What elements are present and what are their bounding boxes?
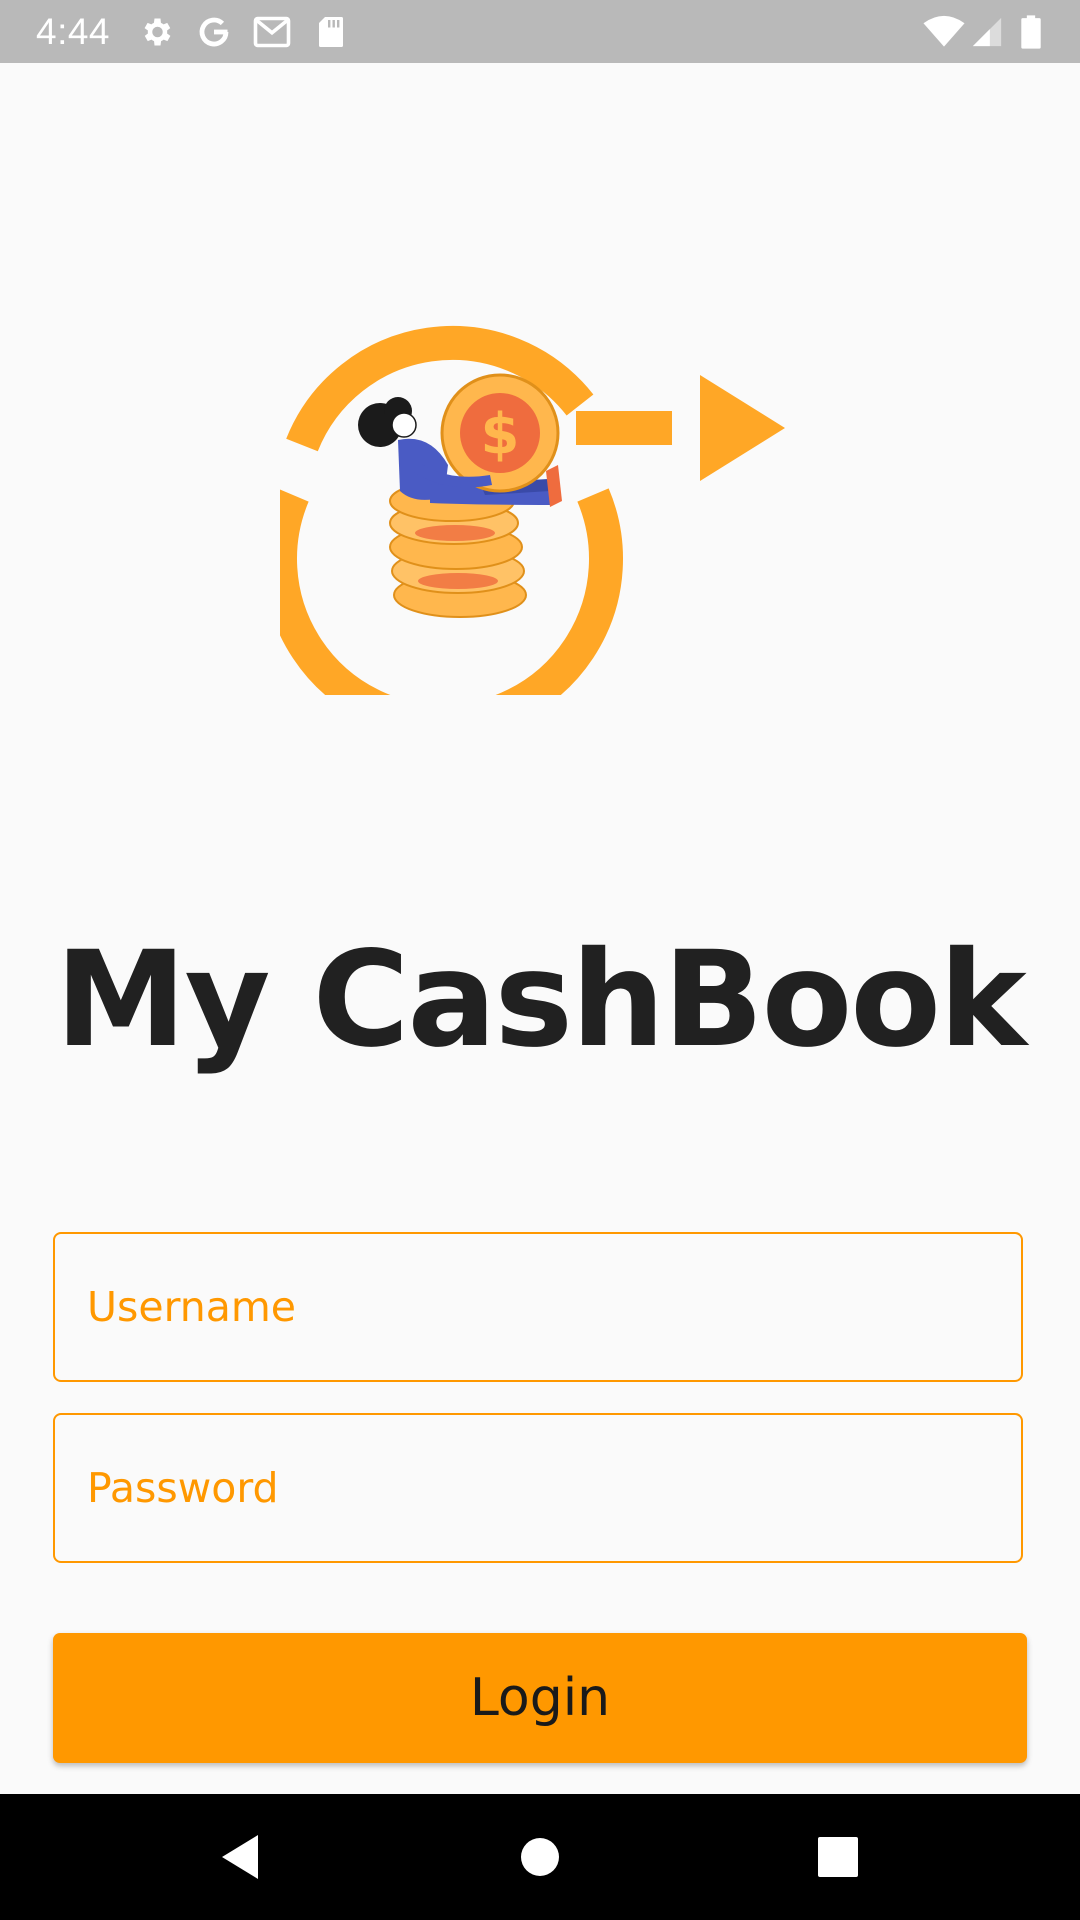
username-field[interactable] bbox=[53, 1232, 1023, 1382]
back-icon[interactable] bbox=[210, 1827, 270, 1887]
gmail-icon bbox=[253, 16, 291, 48]
cellular-signal-icon bbox=[972, 17, 1002, 47]
navigation-bar bbox=[0, 1794, 1080, 1920]
home-icon[interactable] bbox=[510, 1827, 570, 1887]
password-input[interactable] bbox=[85, 1463, 1021, 1513]
password-field[interactable] bbox=[53, 1413, 1023, 1563]
battery-icon bbox=[1021, 15, 1041, 49]
cashbook-logo-icon: $ bbox=[280, 325, 785, 695]
login-button[interactable]: Login bbox=[53, 1633, 1027, 1763]
username-input[interactable] bbox=[85, 1282, 1021, 1332]
wifi-icon bbox=[923, 15, 965, 47]
svg-text:$: $ bbox=[481, 402, 520, 467]
google-icon bbox=[199, 17, 229, 47]
sd-card-icon bbox=[319, 17, 343, 47]
app-title: My CashBook bbox=[55, 923, 1027, 1077]
recents-icon[interactable] bbox=[808, 1827, 868, 1887]
status-bar: 4:44 bbox=[0, 0, 1080, 63]
status-time: 4:44 bbox=[36, 11, 111, 52]
gear-icon bbox=[144, 18, 171, 46]
